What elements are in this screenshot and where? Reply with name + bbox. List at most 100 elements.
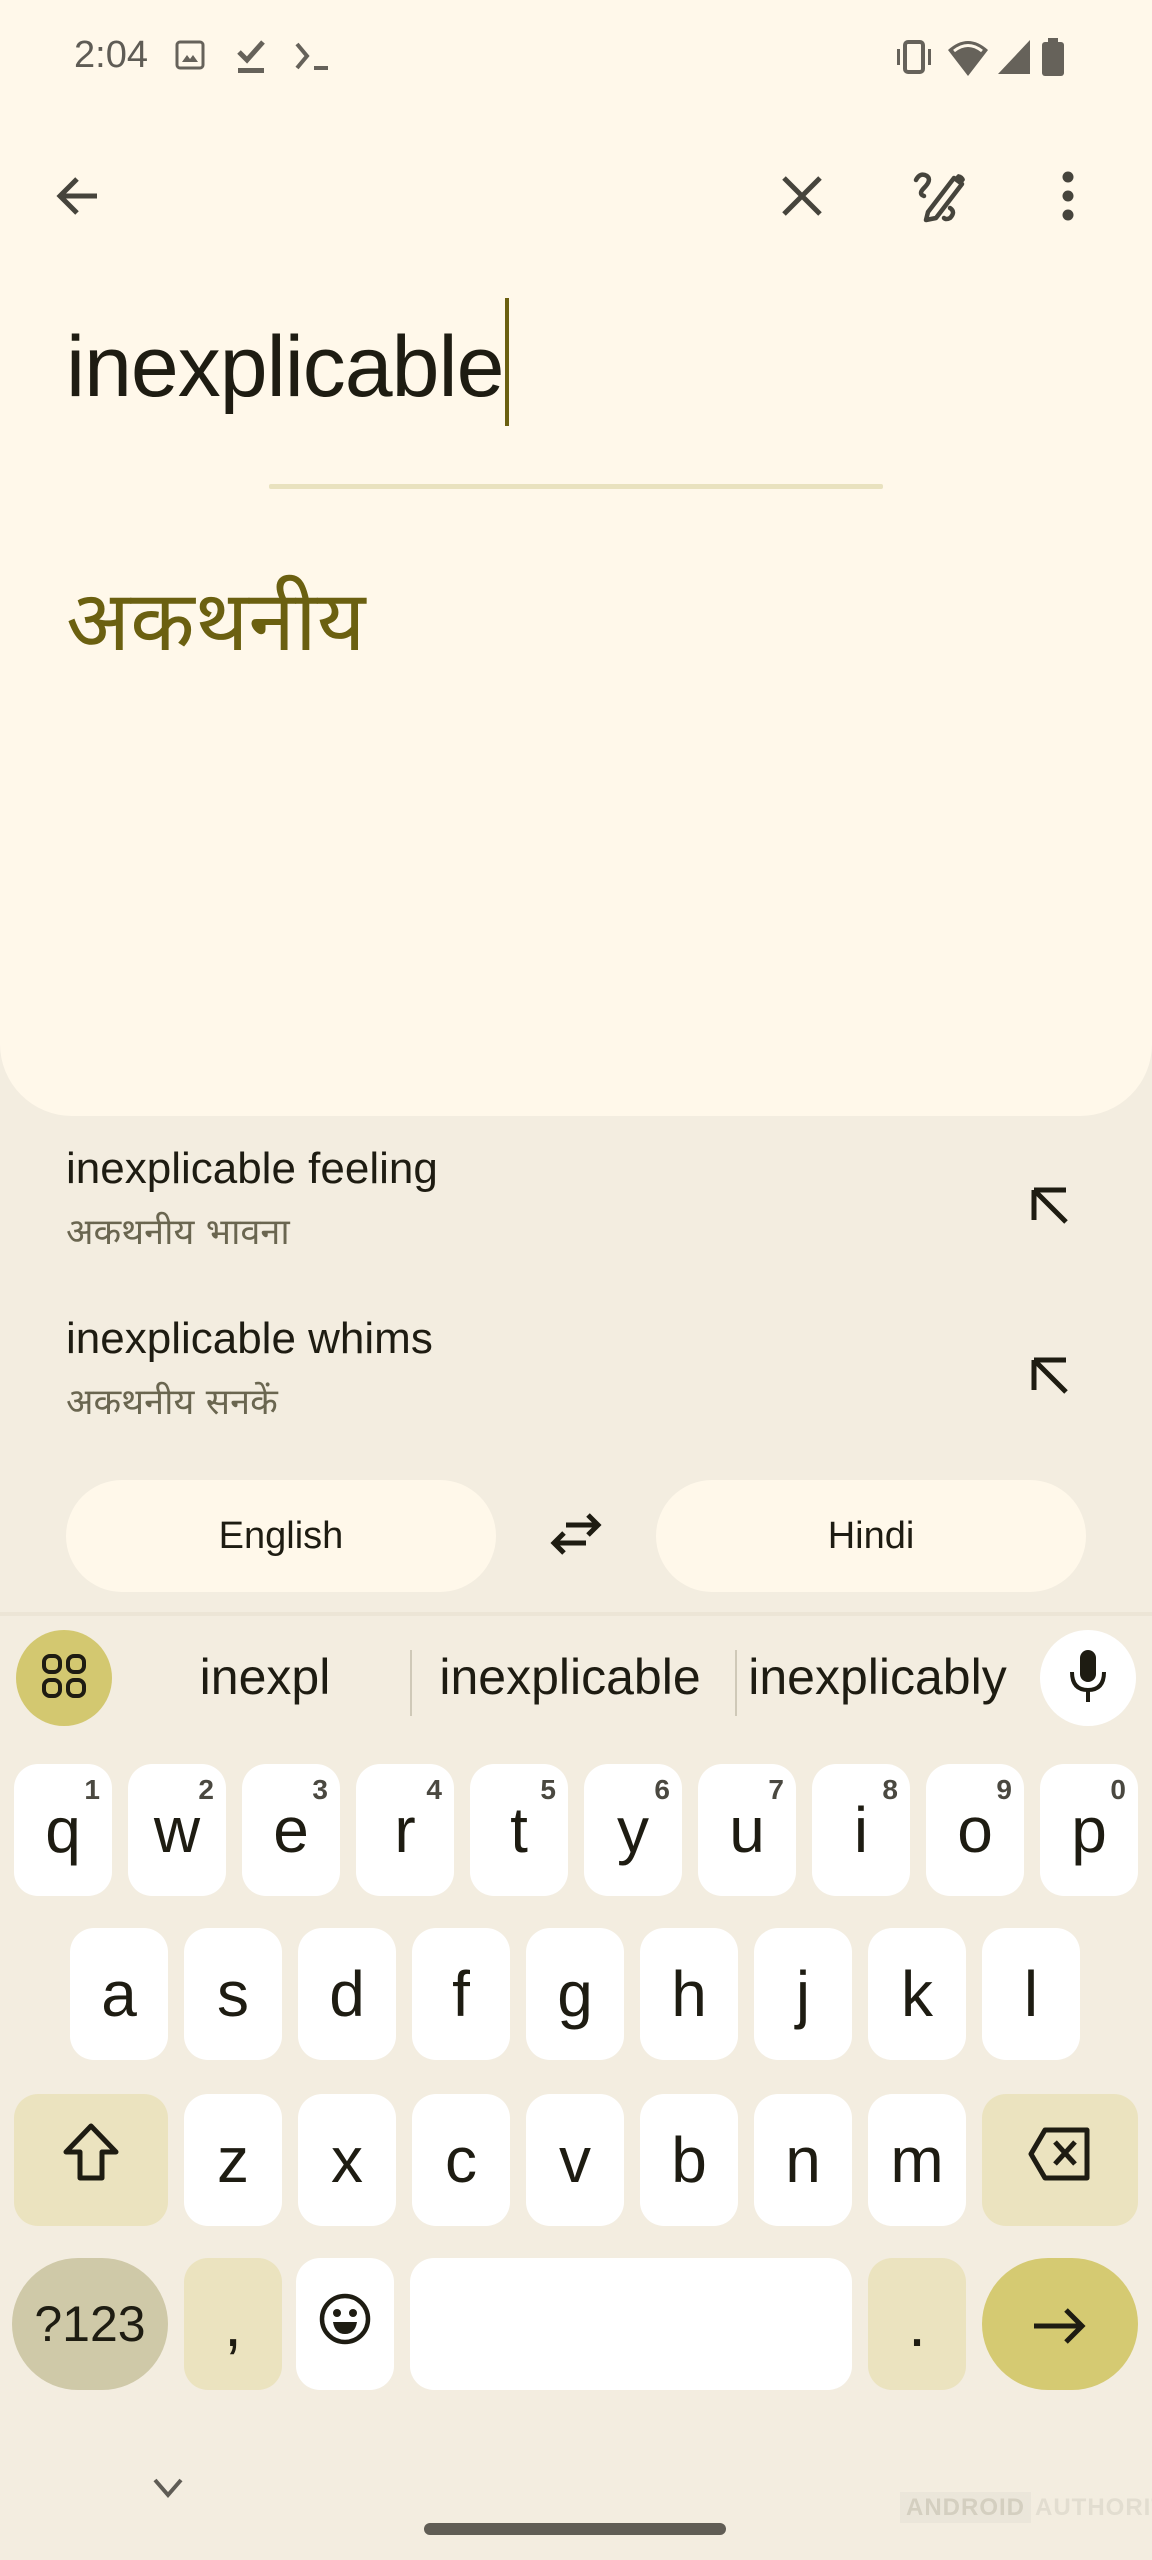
insert-suggestion-button[interactable] [1014,1342,1086,1414]
shift-key[interactable] [14,2094,168,2226]
key-number-hint: 6 [654,1774,670,1805]
symbols-key[interactable]: ?123 [12,2258,168,2390]
key-label: h [671,1958,707,2030]
terminal-icon [294,38,334,79]
clear-button[interactable] [762,158,842,238]
letter-key[interactable]: f [412,1928,510,2060]
arrow-up-left-icon [1030,1356,1070,1401]
wifi-icon [946,38,990,83]
key-number-hint: 3 [312,1774,328,1805]
target-language-button[interactable]: Hindi [656,1480,1086,1592]
key-label: c [445,2124,477,2196]
key-label: g [557,1958,593,2030]
download-done-icon [234,38,268,81]
more-options-button[interactable] [1028,158,1108,238]
insert-suggestion-button[interactable] [1014,1172,1086,1244]
letter-key[interactable]: n [754,2094,852,2226]
swap-horiz-icon [546,1509,606,1564]
letter-key[interactable]: a [70,1928,168,2060]
letter-key[interactable]: d [298,1928,396,2060]
gesture-nav-bar[interactable] [424,2523,726,2535]
more-vert-icon [1060,171,1076,226]
key-label: i [853,1794,869,1866]
letter-key[interactable]: q1 [14,1764,112,1896]
keyboard-divider [0,1612,1152,1616]
letter-key[interactable]: s [184,1928,282,2060]
letter-key[interactable]: t5 [470,1764,568,1896]
key-label: p [1071,1794,1107,1866]
comma-key[interactable]: , [184,2258,282,2390]
signal-icon [996,38,1032,81]
letter-key[interactable]: p0 [1040,1764,1138,1896]
key-number-hint: 4 [426,1774,442,1805]
key-number-hint: 1 [84,1774,100,1805]
divider [269,484,883,489]
letter-key[interactable]: i8 [812,1764,910,1896]
chevron-down-icon [152,2477,184,2504]
translation-result[interactable]: अकथनीय [66,560,365,675]
letter-key[interactable]: w2 [128,1764,226,1896]
arrow-back-icon [53,171,103,226]
emoji-icon [318,2287,372,2361]
keyboard-menu-button[interactable] [16,1630,112,1726]
letter-key[interactable]: z [184,2094,282,2226]
key-label: z [217,2124,249,2196]
image-icon [174,38,206,77]
letter-key[interactable]: y6 [584,1764,682,1896]
swap-languages-button[interactable] [536,1496,616,1576]
letter-key[interactable]: k [868,1928,966,2060]
letter-key[interactable]: m [868,2094,966,2226]
suggestion-hindi: अकथनीय भावना [66,1212,290,1253]
handwriting-button[interactable] [898,158,978,238]
key-label: u [729,1794,765,1866]
text-cursor [505,298,510,426]
hide-keyboard-button[interactable] [144,2470,192,2510]
key-label: o [957,1794,993,1866]
period-key[interactable]: . [868,2258,966,2390]
status-time: 2:04 [74,34,148,76]
letter-key[interactable]: j [754,1928,852,2060]
letter-key[interactable]: l [982,1928,1080,2060]
letter-key[interactable]: h [640,1928,738,2060]
letter-key[interactable]: b [640,2094,738,2226]
back-button[interactable] [38,158,118,238]
key-label: s [217,1958,249,2030]
translation-card: 2:04 inexplicable अकथनीय [0,0,1152,1116]
letter-key[interactable]: e3 [242,1764,340,1896]
key-label: d [329,1958,365,2030]
space-key[interactable] [410,2258,852,2390]
key-label: x [331,2124,363,2196]
arrow-forward-icon [1032,2287,1088,2361]
shift-icon [62,2122,120,2199]
letter-key[interactable]: g [526,1928,624,2060]
key-number-hint: 5 [540,1774,556,1805]
key-label: n [785,2124,821,2196]
emoji-key[interactable] [296,2258,394,2390]
handwriting-icon [910,168,966,229]
suggestion-separator [410,1650,412,1716]
voice-input-button[interactable] [1040,1630,1136,1726]
letter-key[interactable]: c [412,2094,510,2226]
letter-key[interactable]: r4 [356,1764,454,1896]
watermark: ANDROIDAUTHORITY [900,2492,1152,2523]
mic-icon [1068,1648,1108,1709]
enter-key[interactable] [982,2258,1138,2390]
app-bar [0,150,1152,246]
key-label: e [273,1794,309,1866]
word-suggestion[interactable]: inexplicable [420,1642,720,1712]
word-suggestion[interactable]: inexpl [150,1642,380,1712]
word-suggestion[interactable]: inexplicably [740,1642,1015,1712]
key-number-hint: 2 [198,1774,214,1805]
source-language-button[interactable]: English [66,1480,496,1592]
backspace-key[interactable] [982,2094,1138,2226]
key-label: f [452,1958,470,2030]
letter-key[interactable]: x [298,2094,396,2226]
letter-key[interactable]: v [526,2094,624,2226]
letter-key[interactable]: o9 [926,1764,1024,1896]
letter-key[interactable]: u7 [698,1764,796,1896]
suggestion-item[interactable]: inexplicable whims अकथनीय सनकें [0,1314,1152,1464]
key-label: k [901,1958,933,2030]
suggestion-item[interactable]: inexplicable feeling अकथनीय भावना [0,1144,1152,1294]
battery-icon [1040,38,1066,83]
source-text-input[interactable]: inexplicable [66,298,510,426]
